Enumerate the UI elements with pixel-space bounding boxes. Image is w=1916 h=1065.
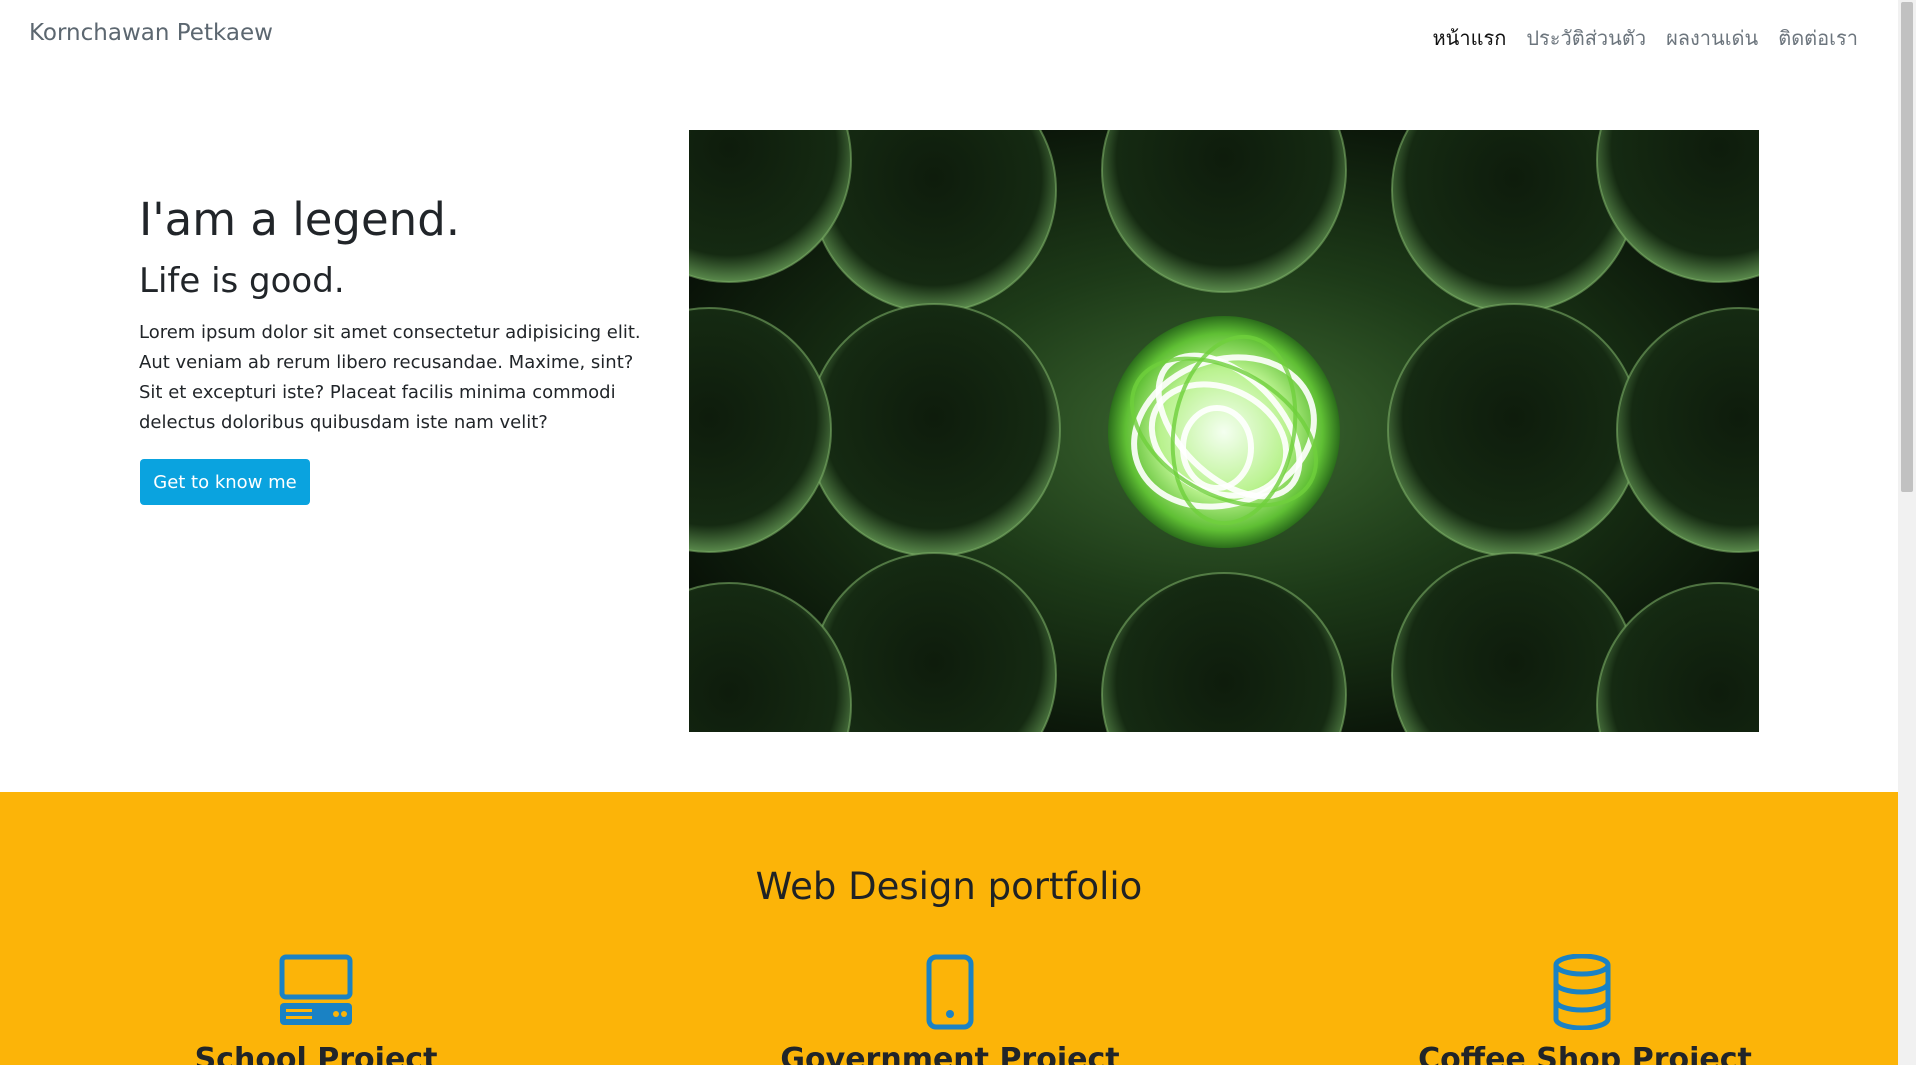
page-scrollbar[interactable] bbox=[1898, 0, 1916, 1065]
portfolio-section: Web Design portfolio School Project Gove… bbox=[0, 792, 1898, 1065]
hero-body: Lorem ipsum dolor sit amet consectetur a… bbox=[139, 321, 641, 433]
school-project-title: School Project bbox=[194, 1042, 438, 1065]
hero-title: I'am a legend. bbox=[139, 193, 461, 246]
green-glass-spheres-image bbox=[689, 130, 1759, 732]
nav-link-portfolio[interactable]: ผลงานเด่น bbox=[1666, 22, 1758, 54]
database-icon bbox=[1552, 953, 1612, 1034]
hero-image bbox=[689, 130, 1759, 732]
government-project-title: Government Project bbox=[780, 1042, 1120, 1065]
mobile-phone-icon bbox=[925, 954, 975, 1034]
hero-subtitle: Life is good. bbox=[139, 260, 345, 301]
page: Kornchawan Petkaew หน้าแรก ประวัติส่วนตั… bbox=[0, 0, 1916, 1065]
navbar: Kornchawan Petkaew หน้าแรก ประวัติส่วนตั… bbox=[0, 0, 1898, 70]
nav-link-home[interactable]: หน้าแรก bbox=[1433, 22, 1507, 54]
hero-text: I'am a legend. Life is good. Lorem ipsum… bbox=[139, 195, 659, 438]
desktop-computer-icon bbox=[278, 954, 354, 1034]
scrollbar-thumb[interactable] bbox=[1901, 2, 1913, 492]
brand-link[interactable]: Kornchawan Petkaew bbox=[29, 20, 273, 46]
nav-links: หน้าแรก ประวัติส่วนตัว ผลงานเด่น ติดต่อเ… bbox=[1433, 22, 1859, 54]
get-to-know-me-button[interactable]: Get to know me bbox=[140, 459, 310, 505]
nav-link-contact[interactable]: ติดต่อเรา bbox=[1778, 22, 1858, 54]
nav-link-about[interactable]: ประวัติส่วนตัว bbox=[1526, 22, 1646, 54]
portfolio-title: Web Design portfolio bbox=[755, 865, 1143, 908]
coffee-shop-project-title: Coffee Shop Project bbox=[1418, 1042, 1752, 1065]
